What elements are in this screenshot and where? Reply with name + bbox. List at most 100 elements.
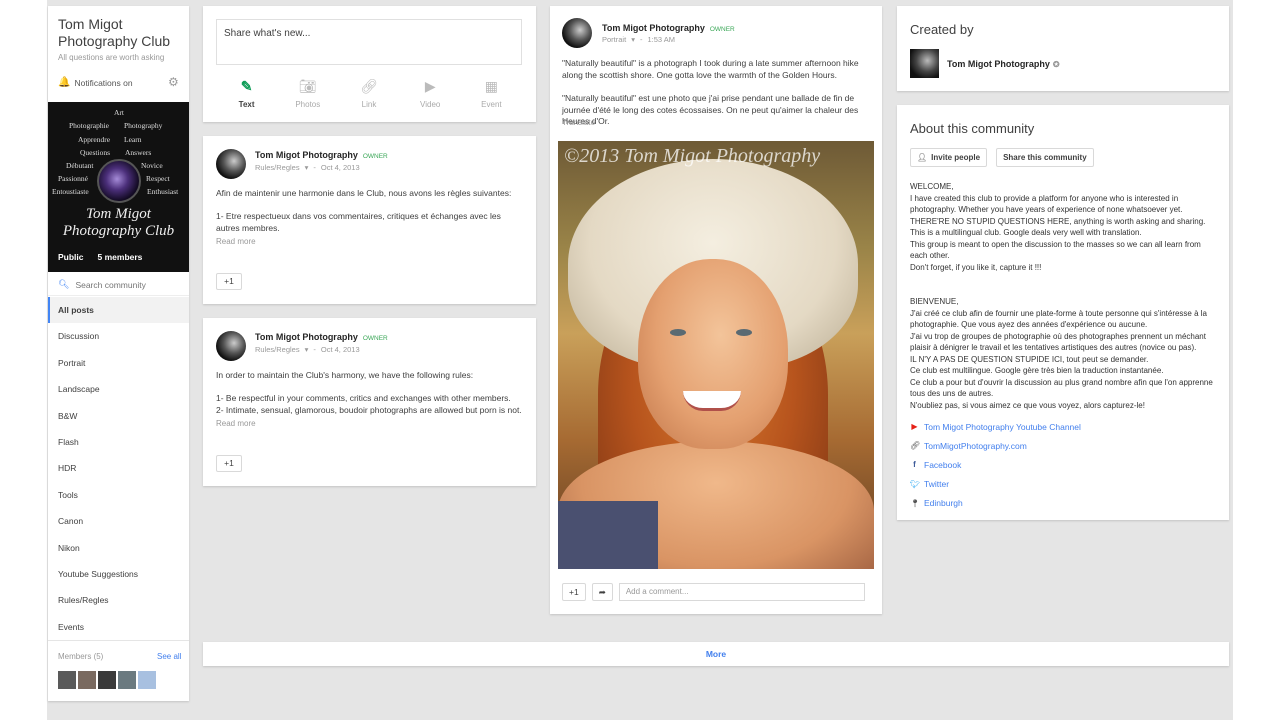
share-community-button[interactable]: Share this community bbox=[996, 148, 1094, 167]
post-author: Tom Migot Photography OWNER bbox=[255, 332, 388, 342]
gear-icon[interactable]: ⚙ bbox=[168, 75, 179, 89]
post-date[interactable]: Oct 4, 2013 bbox=[321, 345, 360, 354]
post-text: 1- Be respectful in your comments, criti… bbox=[216, 393, 522, 415]
community-search: 🔍︎ bbox=[48, 274, 189, 296]
photo-smile bbox=[683, 391, 741, 411]
facebook-link[interactable]: f Facebook bbox=[910, 455, 1081, 474]
read-more-link[interactable]: Read more bbox=[216, 237, 256, 246]
cover-word: Photographie bbox=[69, 121, 109, 130]
plus-one-button[interactable]: +1 bbox=[216, 455, 242, 472]
bell-icon: 🔔 bbox=[58, 77, 71, 88]
separator: - bbox=[313, 163, 316, 172]
avatar[interactable] bbox=[562, 18, 592, 48]
video-icon: ▶ bbox=[424, 78, 436, 94]
avatar[interactable] bbox=[58, 671, 76, 689]
translate-link[interactable]: Translate bbox=[562, 118, 595, 127]
more-button[interactable]: More bbox=[203, 642, 1229, 666]
photo-face bbox=[638, 259, 788, 449]
share-event-button[interactable]: ▦ Event bbox=[461, 78, 522, 109]
chevron-down-icon[interactable]: ▾ bbox=[305, 163, 309, 172]
post-actions: +1 ➦ Add a comment... bbox=[562, 583, 865, 601]
avatar[interactable] bbox=[138, 671, 156, 689]
photo-dress bbox=[558, 501, 658, 569]
cover-word: Questions bbox=[80, 148, 110, 157]
nav-item-bw[interactable]: B&W bbox=[48, 403, 189, 429]
share-text-button[interactable]: ✎ Text bbox=[216, 78, 277, 109]
avatar[interactable] bbox=[216, 331, 246, 361]
member-count[interactable]: 5 members bbox=[98, 252, 143, 262]
search-icon: 🔍︎ bbox=[58, 279, 70, 289]
avatar[interactable] bbox=[98, 671, 116, 689]
facebook-icon: f bbox=[913, 460, 916, 470]
post-date[interactable]: 1:53 AM bbox=[647, 35, 675, 44]
post-category[interactable]: Rules/Regles bbox=[255, 345, 300, 354]
nav-item-portrait[interactable]: Portrait bbox=[48, 350, 189, 376]
owner-badge: OWNER bbox=[709, 26, 735, 33]
website-link[interactable]: 🔗︎ TomMigotPhotography.com bbox=[910, 436, 1081, 455]
cover-word: Art bbox=[114, 108, 124, 117]
map-pin-icon: 📍︎ bbox=[910, 498, 921, 508]
share-photos-button[interactable]: 📷︎ Photos bbox=[277, 78, 338, 109]
notifications-label: Notifications on bbox=[74, 77, 133, 88]
avatar[interactable] bbox=[910, 49, 939, 78]
nav-item-nikon[interactable]: Nikon bbox=[48, 535, 189, 561]
search-input[interactable] bbox=[75, 279, 186, 290]
community-title[interactable]: Tom Migot Photography Club bbox=[58, 16, 183, 50]
members-label: Members (5) bbox=[58, 652, 104, 661]
divider bbox=[48, 640, 189, 641]
location-link[interactable]: 📍︎ Edinburgh bbox=[910, 494, 1081, 513]
nav-item-hdr[interactable]: HDR bbox=[48, 455, 189, 481]
link-label: Twitter bbox=[924, 479, 950, 490]
comment-input[interactable]: Add a comment... bbox=[618, 583, 865, 601]
post-meta: Rules/Regles ▾ - Oct 4, 2013 bbox=[255, 163, 360, 172]
nav-item-flash[interactable]: Flash bbox=[48, 429, 189, 455]
nav-item-tools[interactable]: Tools bbox=[48, 482, 189, 508]
camera-lens-icon bbox=[97, 159, 141, 203]
avatar[interactable] bbox=[118, 671, 136, 689]
plus-one-button[interactable]: +1 bbox=[562, 583, 586, 601]
post-category[interactable]: Portrait bbox=[602, 35, 626, 44]
notifications-toggle[interactable]: 🔔 Notifications on bbox=[58, 77, 133, 88]
tool-label: Link bbox=[361, 100, 377, 109]
link-icon: 🔗︎ bbox=[910, 441, 921, 451]
post-date[interactable]: Oct 4, 2013 bbox=[321, 163, 360, 172]
author-name[interactable]: Tom Migot Photography bbox=[255, 150, 358, 160]
photo-eye bbox=[670, 329, 686, 336]
portrait-photo[interactable]: ©2013 Tom Migot Photography bbox=[558, 141, 874, 569]
nav-item-events[interactable]: Events bbox=[48, 614, 189, 640]
link-label: Edinburgh bbox=[924, 498, 963, 509]
nav-item-all-posts[interactable]: All posts bbox=[48, 297, 189, 324]
chevron-down-icon[interactable]: ▾ bbox=[631, 35, 635, 44]
creator-link[interactable]: Tom Migot Photography ✪ bbox=[947, 59, 1060, 69]
community-tagline: All questions are worth asking bbox=[58, 53, 165, 62]
twitter-link[interactable]: 🐦︎ Twitter bbox=[910, 475, 1081, 494]
nav-item-discussion[interactable]: Discussion bbox=[48, 323, 189, 349]
author-name[interactable]: Tom Migot Photography bbox=[602, 23, 705, 33]
pencil-icon: ✎ bbox=[240, 78, 253, 94]
author-name[interactable]: Tom Migot Photography bbox=[255, 332, 358, 342]
cover-word: Novice bbox=[141, 161, 163, 170]
share-video-button[interactable]: ▶ Video bbox=[400, 78, 461, 109]
cover-word: Learn bbox=[124, 135, 142, 144]
nav-item-landscape[interactable]: Landscape bbox=[48, 376, 189, 402]
youtube-link[interactable]: ▶ Tom Migot Photography Youtube Channel bbox=[910, 417, 1080, 436]
invite-people-button[interactable]: 👤︎ Invite people bbox=[910, 148, 988, 167]
share-input[interactable]: Share what's new... bbox=[216, 19, 522, 65]
plus-one-button[interactable]: +1 bbox=[216, 273, 242, 290]
nav-item-rules[interactable]: Rules/Regles bbox=[48, 587, 189, 613]
photo-post-card: Tom Migot Photography OWNER Portrait ▾ -… bbox=[550, 6, 882, 614]
read-more-link[interactable]: Read more bbox=[216, 419, 256, 428]
avatar[interactable] bbox=[78, 671, 96, 689]
nav-item-canon[interactable]: Canon bbox=[48, 508, 189, 534]
post-category[interactable]: Rules/Regles bbox=[255, 163, 300, 172]
separator: - bbox=[639, 35, 643, 44]
nav-item-youtube-suggestions[interactable]: Youtube Suggestions bbox=[48, 561, 189, 587]
share-link-button[interactable]: 🔗︎ Link bbox=[338, 78, 399, 109]
see-all-members-link[interactable]: See all bbox=[157, 652, 181, 661]
creator-name: Tom Migot Photography bbox=[947, 59, 1050, 69]
post-text: In order to maintain the Club's harmony,… bbox=[216, 370, 474, 380]
tool-label: Event bbox=[481, 100, 502, 109]
chevron-down-icon[interactable]: ▾ bbox=[305, 345, 309, 354]
avatar[interactable] bbox=[216, 149, 246, 179]
share-arrow-icon[interactable]: ➦ bbox=[591, 583, 613, 601]
